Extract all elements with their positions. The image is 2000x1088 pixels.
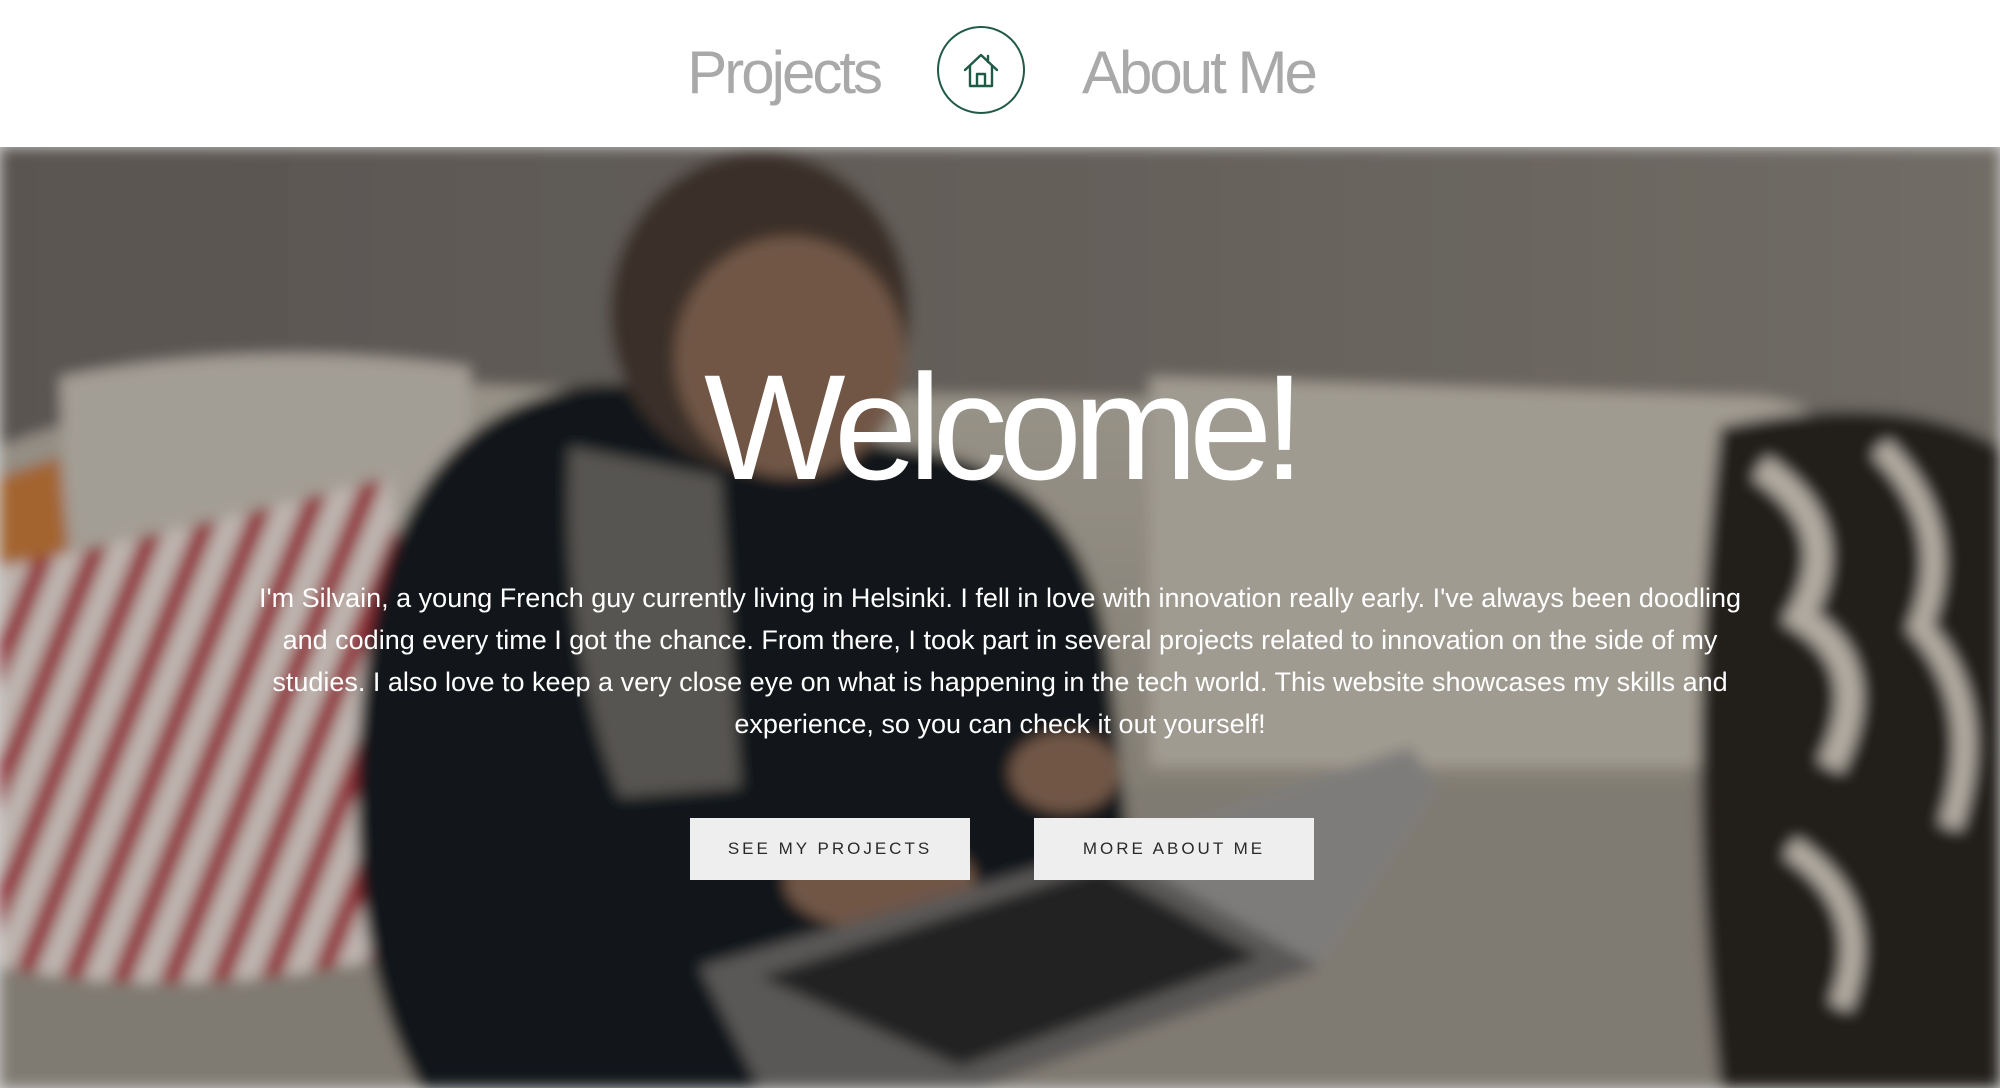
home-icon: [963, 53, 999, 88]
nav-link-about-me[interactable]: About Me: [1082, 38, 1318, 108]
hero-intro-text: I'm Silvain, a young French guy currentl…: [258, 583, 1742, 739]
hero-section: Welcome! I'm Silvain, a young French guy…: [0, 147, 2000, 1088]
nav-link-projects[interactable]: Projects: [687, 38, 883, 108]
see-my-projects-button[interactable]: SEE MY PROJECTS: [690, 818, 970, 880]
more-about-me-button[interactable]: MORE ABOUT ME: [1034, 818, 1314, 880]
top-navigation: Projects About Me: [0, 0, 2000, 147]
home-button[interactable]: [937, 26, 1025, 114]
hero-title: Welcome!: [703, 343, 1305, 511]
page: Projects About Me Welcome! I'm Silvain, …: [0, 0, 2000, 1088]
